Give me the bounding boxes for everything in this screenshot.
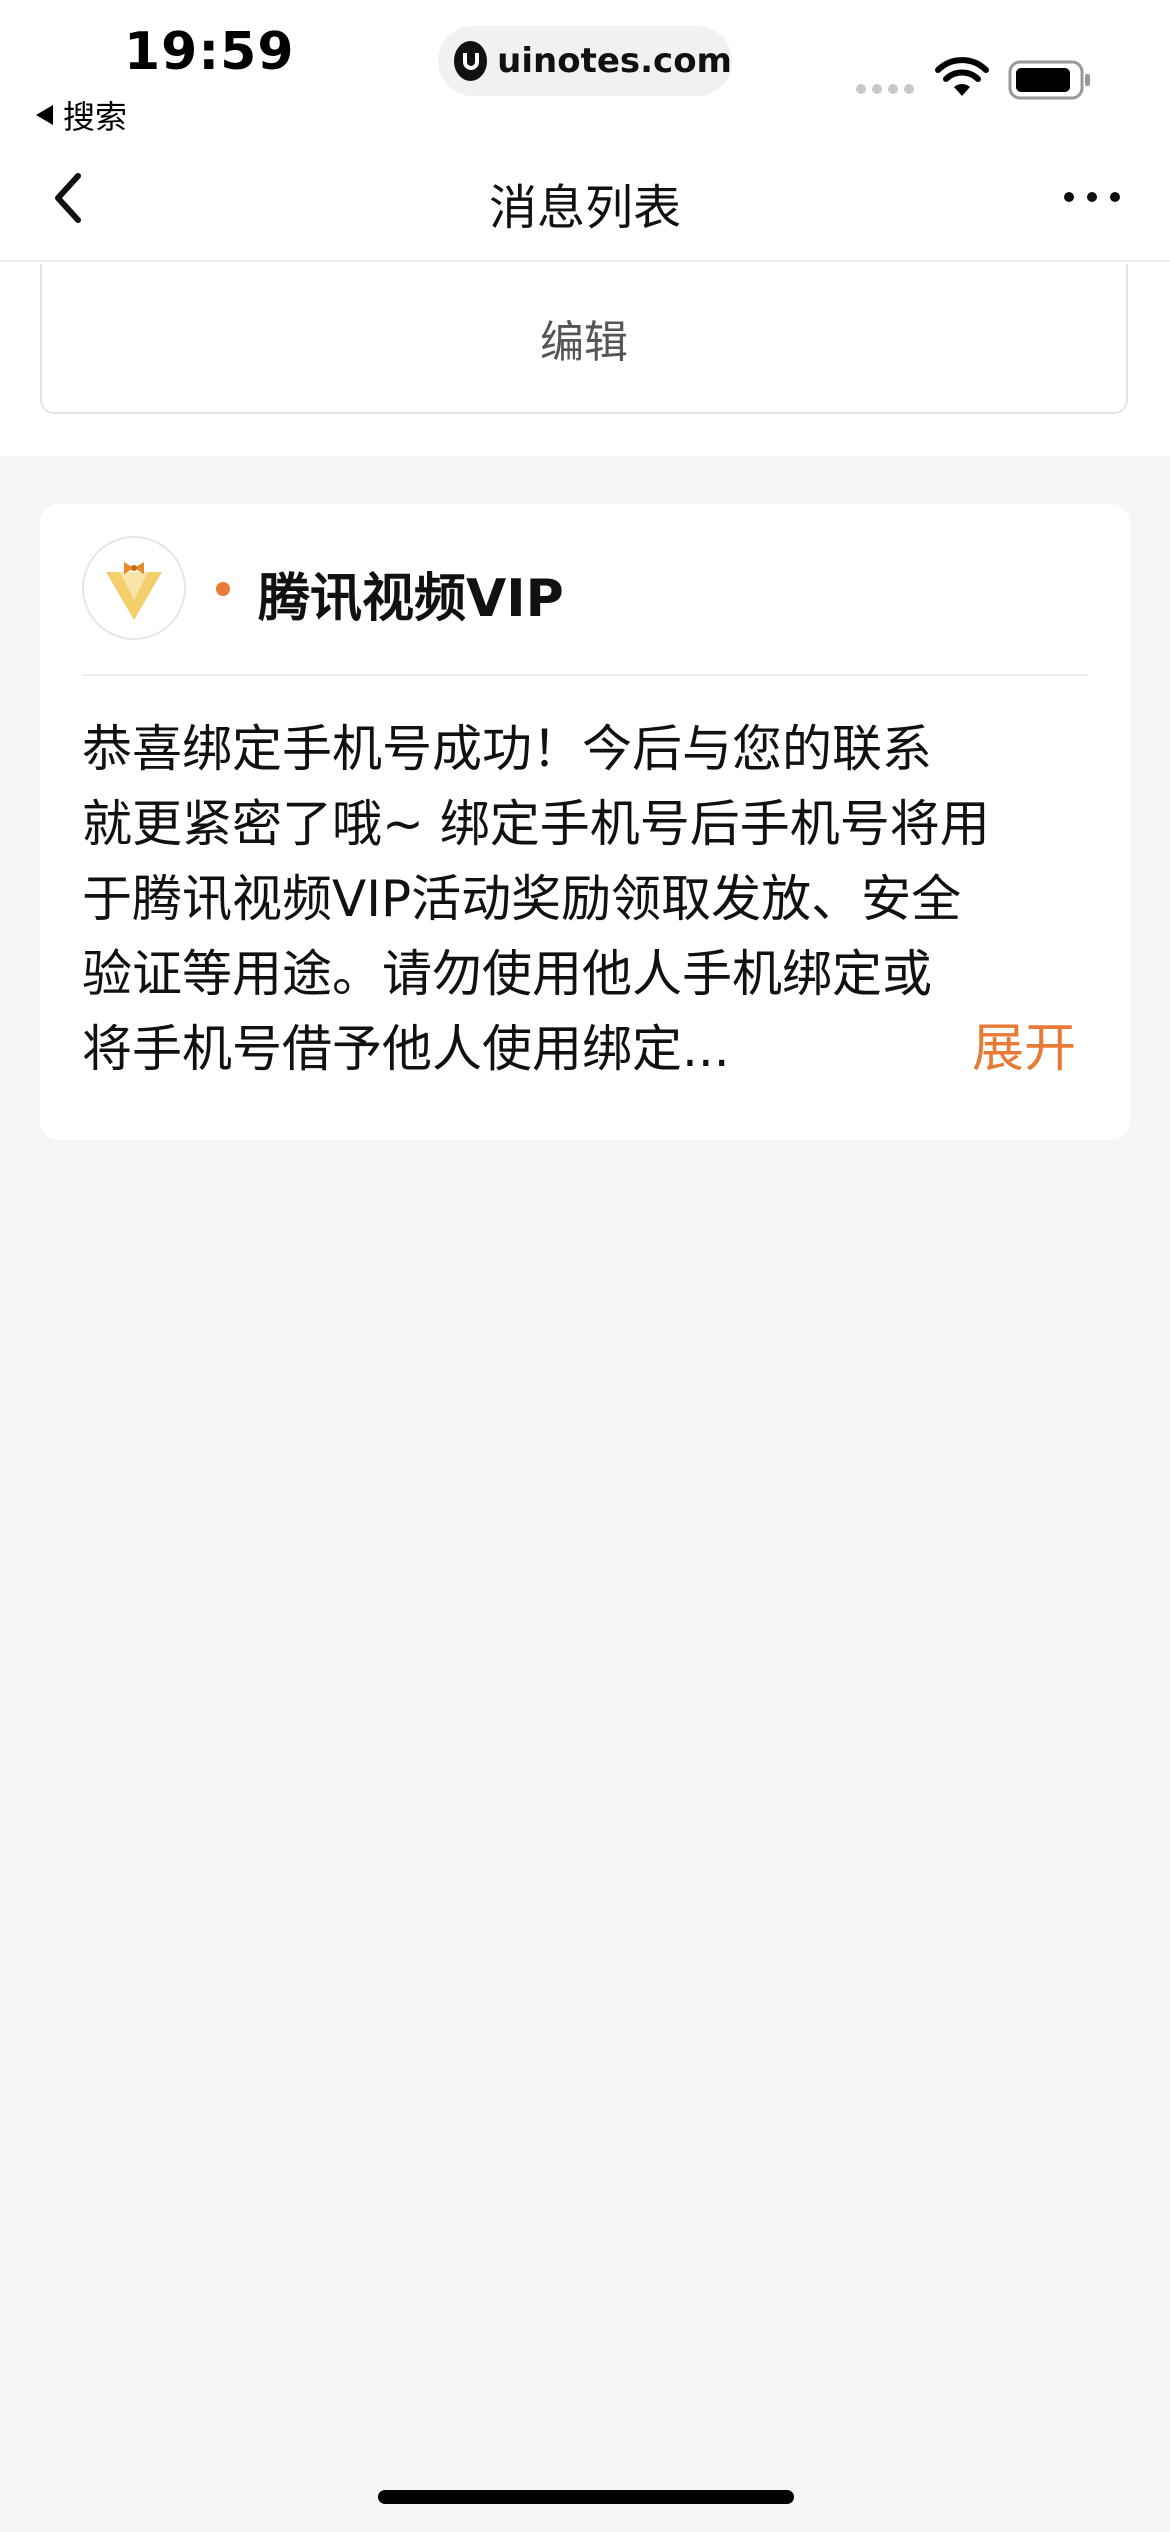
message-line: 于腾讯视频VIP活动奖励领取发放、安全 (82, 870, 962, 928)
message-line: 就更紧密了哦~ 绑定手机号后手机号将用 (82, 795, 990, 853)
message-line: 恭喜绑定手机号成功！今后与您的联系 (82, 720, 932, 778)
nav-bar: 消息列表 (0, 134, 1170, 262)
cellular-signal-icon (856, 84, 914, 94)
unread-dot (216, 582, 230, 596)
message-body: 恭喜绑定手机号成功！今后与您的联系 就更紧密了哦~ 绑定手机号后手机号将用 于腾… (82, 712, 1092, 1087)
tencent-vip-avatar-icon (82, 536, 186, 640)
url-text: uinotes.com (497, 41, 732, 81)
status-time: 19:59 (124, 22, 295, 82)
wifi-icon (934, 56, 990, 102)
message-card-header: 腾讯视频VIP (40, 504, 1130, 676)
message-line: 验证等用途。请勿使用他人手机绑定或 (82, 945, 932, 1003)
edit-button[interactable]: 编辑 (40, 264, 1128, 414)
back-to-app-link[interactable]: 搜索 (36, 92, 127, 138)
back-triangle-icon (36, 105, 53, 125)
page-title: 消息列表 (488, 180, 681, 236)
expand-link[interactable]: 展开 (972, 1012, 1076, 1087)
message-line: 将手机号借予他人使用绑定... (82, 1020, 730, 1078)
status-bar: 19:59 搜索 uinotes.com (0, 0, 1170, 136)
url-pill[interactable]: uinotes.com (438, 26, 732, 96)
battery-icon (1008, 60, 1092, 104)
home-indicator[interactable] (378, 2490, 794, 2504)
site-logo-icon (454, 41, 488, 81)
sender-name: 腾讯视频VIP (258, 569, 564, 629)
back-to-app-label: 搜索 (63, 98, 128, 136)
more-dots-icon[interactable] (1064, 192, 1120, 202)
divider (82, 674, 1088, 676)
message-card[interactable]: 腾讯视频VIP 恭喜绑定手机号成功！今后与您的联系 就更紧密了哦~ 绑定手机号后… (40, 504, 1130, 1140)
